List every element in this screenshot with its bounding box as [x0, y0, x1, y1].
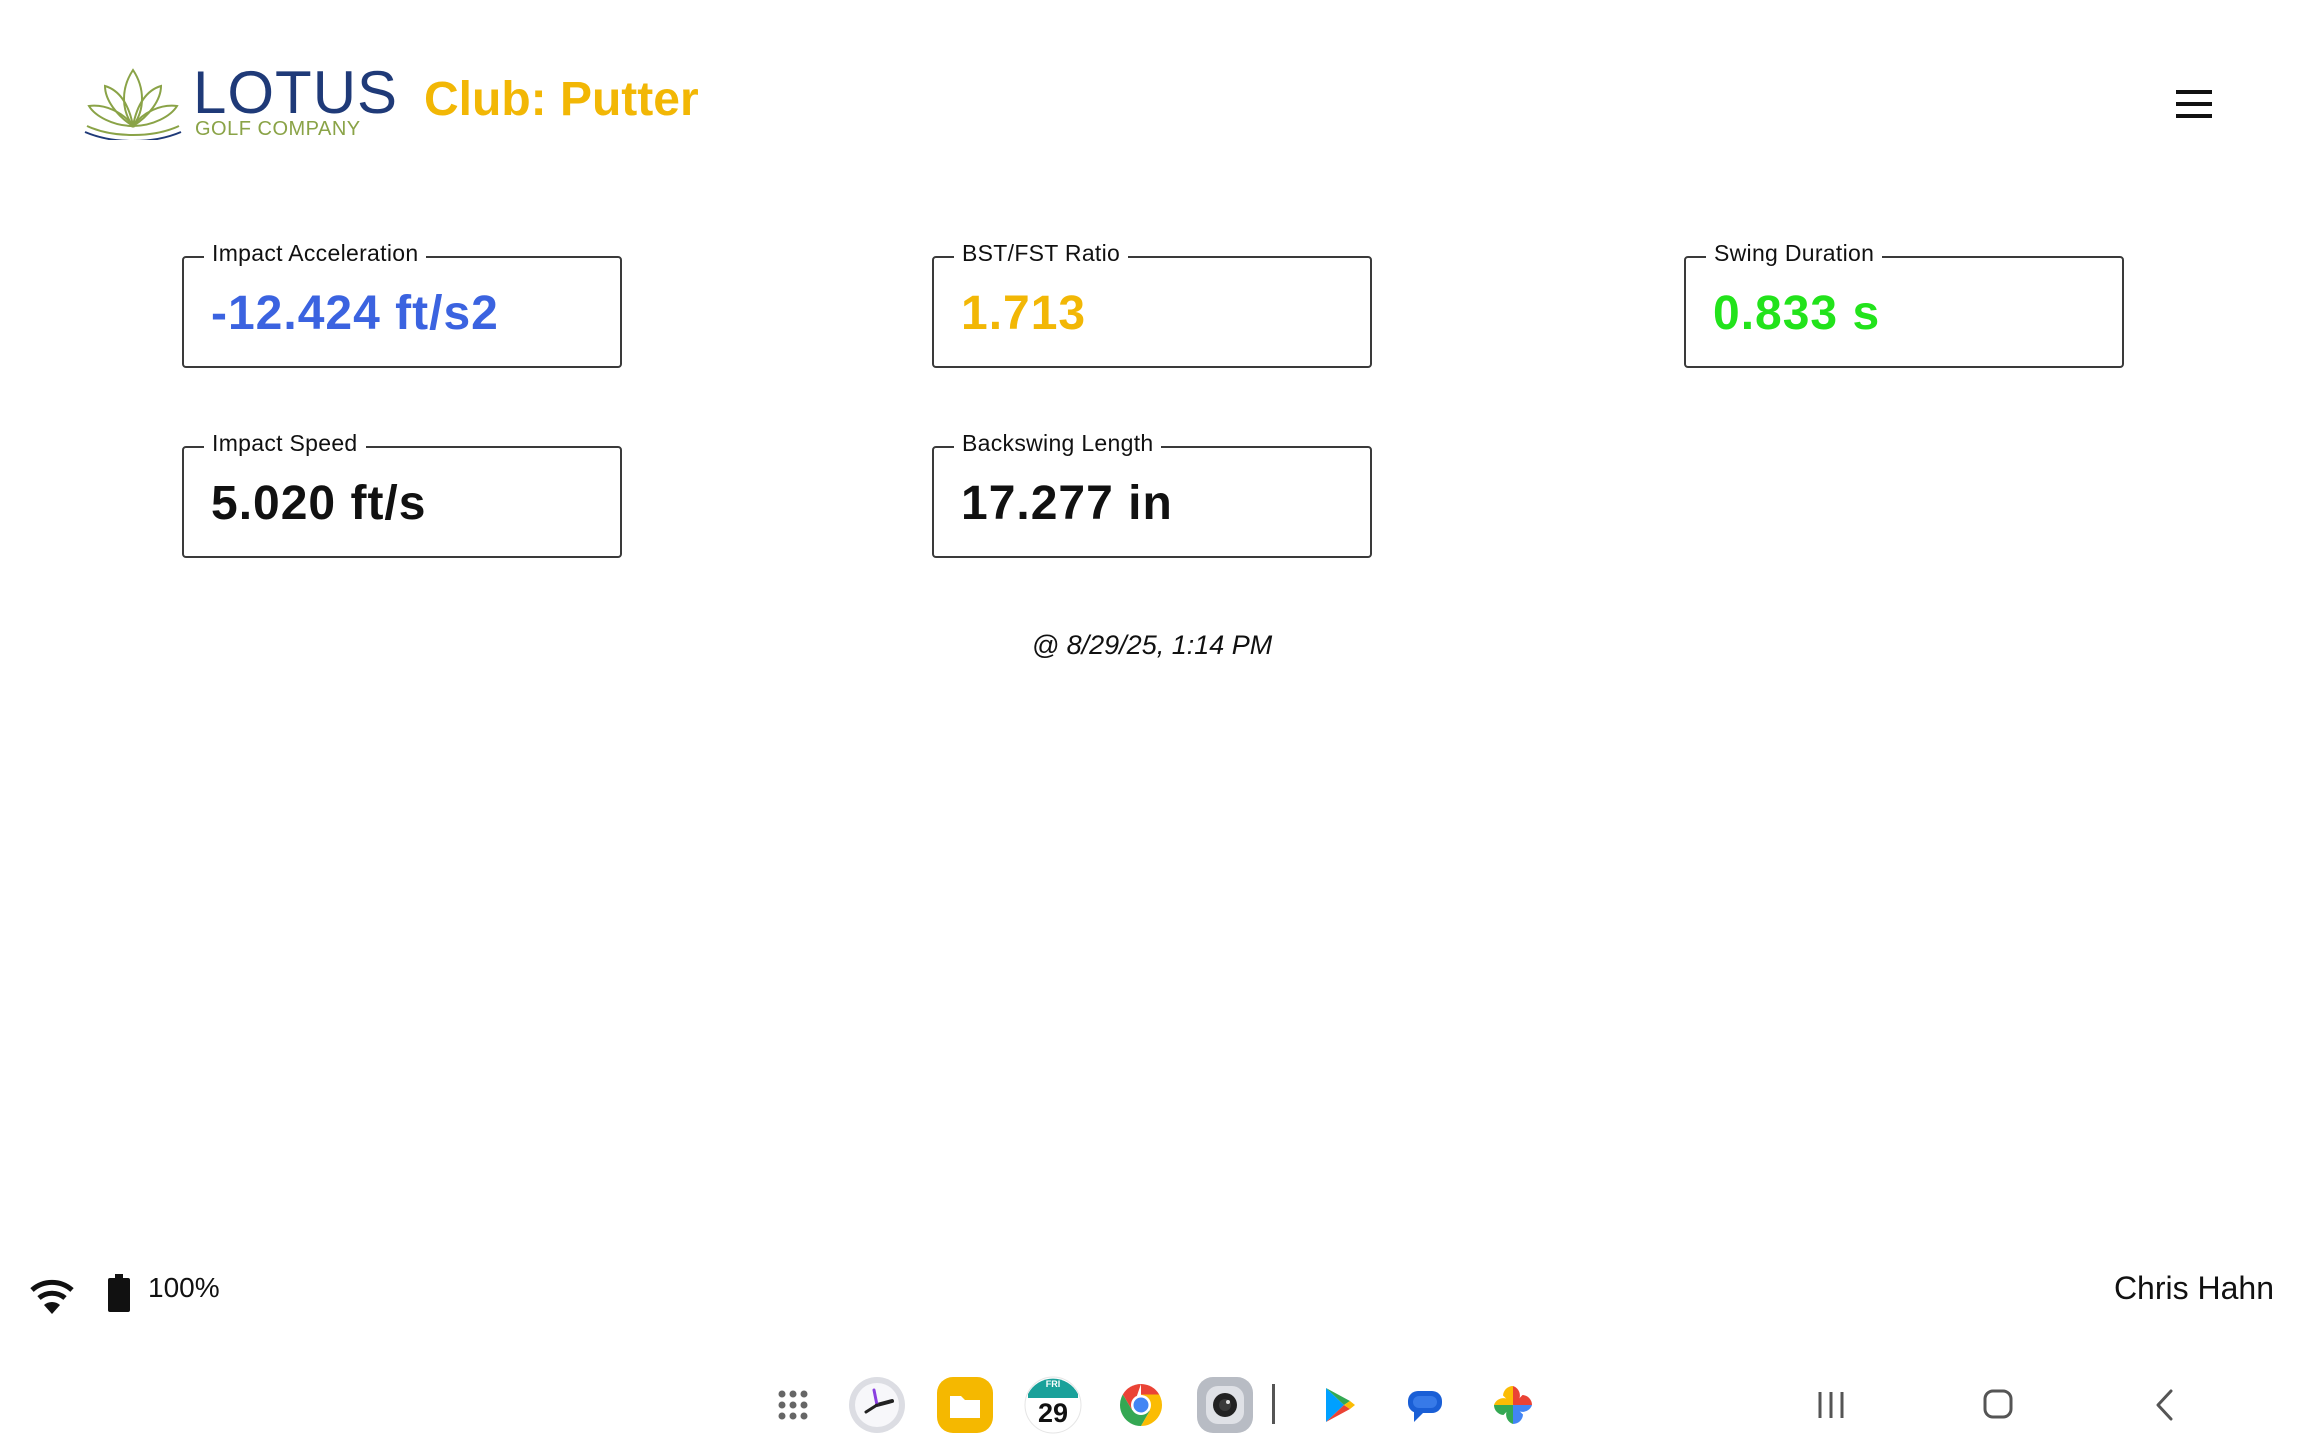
wifi-icon: [30, 1279, 74, 1314]
logo-subtitle: GOLF COMPANY: [195, 118, 361, 140]
calendar-icon[interactable]: FRI 29: [1024, 1376, 1082, 1434]
metric-impact-acceleration: Impact Acceleration -12.424 ft/s2: [182, 240, 622, 368]
metric-value: 5.020 ft/s: [211, 477, 427, 530]
camera-icon[interactable]: [1196, 1376, 1254, 1434]
files-icon[interactable]: [936, 1376, 994, 1434]
battery-icon: [108, 1274, 130, 1312]
metric-label: BST/FST Ratio: [954, 240, 1129, 267]
battery-level: 100%: [148, 1272, 220, 1303]
apps-grid-icon[interactable]: [764, 1376, 822, 1434]
metric-value: -12.424 ft/s2: [211, 287, 499, 340]
swing-timestamp: @ 8/29/25, 1:14 PM: [1031, 630, 1273, 660]
photos-icon[interactable]: [1484, 1376, 1542, 1434]
metric-swing-duration: Swing Duration 0.833 s: [1684, 240, 2124, 368]
menu-bar-icon: [2176, 114, 2212, 118]
menu-bar-icon: [2176, 102, 2212, 106]
app-screen: LOTUS GOLF COMPANY Club: Putter Impact A…: [0, 0, 2304, 1440]
club-title: Club: Putter: [424, 73, 699, 126]
lotus-flower-icon: [84, 68, 182, 140]
clock-icon[interactable]: [848, 1376, 906, 1434]
metric-bst-fst-ratio: BST/FST Ratio 1.713: [932, 240, 1372, 368]
metric-impact-speed: Impact Speed 5.020 ft/s: [182, 430, 622, 558]
metric-value: 0.833 s: [1713, 287, 1881, 340]
recents-icon[interactable]: [1806, 1382, 1856, 1428]
lotus-logo: LOTUS GOLF COMPANY: [83, 59, 397, 140]
chrome-icon[interactable]: [1112, 1376, 1170, 1434]
user-name: Chris Hahn: [2113, 1270, 2274, 1306]
metric-value: 1.713: [961, 287, 1087, 340]
metric-label: Swing Duration: [1706, 240, 1883, 267]
back-icon[interactable]: [2140, 1382, 2190, 1428]
home-icon[interactable]: [1973, 1382, 2023, 1428]
metric-value: 17.277 in: [961, 477, 1173, 530]
metric-label: Impact Acceleration: [204, 240, 427, 267]
metric-label: Backswing Length: [954, 430, 1162, 457]
calendar-date: 29: [1037, 1398, 1069, 1428]
calendar-day: FRI: [1045, 1379, 1061, 1389]
metric-label: Impact Speed: [204, 430, 366, 457]
logo-wordmark: LOTUS: [193, 59, 399, 126]
play-store-icon[interactable]: [1308, 1376, 1366, 1434]
messages-icon[interactable]: [1396, 1376, 1454, 1434]
dock-divider: [1272, 1384, 1275, 1424]
metric-backswing-length: Backswing Length 17.277 in: [932, 430, 1372, 558]
menu-bar-icon: [2176, 90, 2212, 94]
hamburger-menu-button[interactable]: [2168, 84, 2220, 124]
